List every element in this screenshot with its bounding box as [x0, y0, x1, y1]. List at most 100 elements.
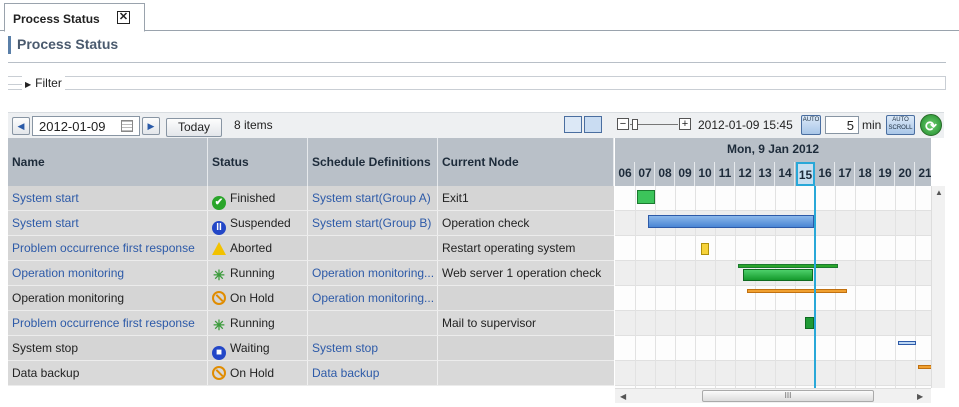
item-count: 8 items	[234, 118, 273, 132]
column-header-node[interactable]: Current Node	[438, 138, 614, 186]
date-value: 2012-01-09	[39, 119, 106, 134]
zoom-thumb[interactable]	[632, 119, 638, 130]
filter-divider	[8, 84, 22, 85]
table-row[interactable]: Data backup On Hold Data backup	[8, 361, 614, 386]
gantt-chart: Mon, 9 Jan 2012 06 07 08 09 10 11 12 13 …	[615, 138, 931, 388]
gantt-bar-running-planned[interactable]	[738, 264, 838, 268]
prev-date-button[interactable]: ◀	[12, 117, 30, 135]
close-icon[interactable]: ✕	[117, 11, 130, 24]
scroll-right-icon[interactable]: ▶	[917, 392, 923, 401]
hour-label: 06	[616, 162, 635, 186]
table-row[interactable]: Problem occurrence first response Aborte…	[8, 236, 614, 261]
current-node: Web server 1 operation check	[442, 266, 602, 280]
status-cell: ✔ Finished	[208, 186, 308, 210]
zoom-slider[interactable]: − +	[617, 118, 691, 132]
table-row[interactable]: Operation monitoring On Hold Operation m…	[8, 286, 614, 311]
table-row[interactable]: Operation monitoring ✳ Running Operation …	[8, 261, 614, 286]
schedule-link[interactable]	[308, 311, 438, 335]
gantt-gridline	[855, 186, 856, 388]
tab-bar: Process Status ✕	[0, 0, 959, 32]
tab-process-status[interactable]: Process Status ✕	[4, 3, 145, 32]
process-name-link[interactable]: Operation monitoring	[8, 261, 208, 285]
schedule-link[interactable]: System start(Group A)	[308, 186, 438, 210]
process-name-link[interactable]: System start	[8, 186, 208, 210]
zoom-out-icon[interactable]: −	[617, 118, 629, 130]
scroll-left-icon[interactable]: ◀	[620, 392, 626, 401]
process-name: Operation monitoring	[8, 286, 208, 310]
gantt-gridline	[895, 186, 896, 388]
schedule-link[interactable]: System start(Group B)	[308, 211, 438, 235]
auto-refresh-icon[interactable]: AUTO	[801, 115, 821, 135]
process-table: Name Status Schedule Definitions Current…	[8, 138, 614, 388]
schedule-link[interactable]: Operation monitoring...	[308, 261, 438, 285]
zoom-in-icon[interactable]: +	[679, 118, 691, 130]
running-icon: ✳	[213, 317, 225, 333]
status-cell: Aborted	[208, 236, 308, 260]
gantt-gridline	[835, 186, 836, 388]
schedule-link[interactable]	[308, 236, 438, 260]
auto-scroll-icon[interactable]: AUTO SCROLL	[886, 115, 915, 135]
hour-label: 16	[816, 162, 835, 186]
gantt-bar-on-hold[interactable]	[918, 365, 931, 369]
hour-label: 12	[736, 162, 755, 186]
tab-label: Process Status	[13, 12, 100, 26]
refresh-interval-input[interactable]: 5	[825, 116, 859, 134]
column-header-name[interactable]: Name	[8, 138, 208, 186]
horizontal-scrollbar[interactable]: ◀ III ▶	[615, 388, 931, 403]
hour-label: 08	[656, 162, 675, 186]
hour-label: 11	[716, 162, 735, 186]
filter-label: Filter	[35, 76, 62, 90]
filter-toggle[interactable]: ▶ Filter	[22, 76, 65, 90]
last-updated-time: 2012-01-09 15:45	[698, 118, 793, 132]
table-row[interactable]: System stop ■ Waiting System stop	[8, 336, 614, 361]
gantt-view-icon[interactable]	[584, 116, 602, 133]
process-name: System stop	[8, 336, 208, 360]
schedule-link[interactable]: Data backup	[308, 361, 438, 385]
process-name-link[interactable]: Problem occurrence first response	[8, 311, 208, 335]
table-header: Name Status Schedule Definitions Current…	[8, 138, 614, 186]
gantt-bar-finished[interactable]	[637, 190, 655, 204]
hour-label: 13	[756, 162, 775, 186]
hour-label: 19	[876, 162, 895, 186]
gantt-date-label: Mon, 9 Jan 2012	[726, 142, 820, 156]
calendar-icon[interactable]	[121, 120, 133, 132]
hour-label: 07	[636, 162, 655, 186]
table-row[interactable]: Problem occurrence first response ✳ Runni…	[8, 311, 614, 336]
gantt-row	[615, 336, 931, 361]
gantt-bar-running[interactable]	[805, 317, 814, 329]
scroll-up-icon[interactable]: ▲	[935, 188, 943, 197]
status-text: Aborted	[230, 241, 273, 255]
gantt-bar-waiting[interactable]	[898, 341, 916, 345]
waiting-icon: ■	[212, 346, 226, 360]
minutes-label: min	[862, 118, 882, 132]
table-row[interactable]: System start ✔ Finished System start(Grou…	[8, 186, 614, 211]
gantt-bar-suspended[interactable]	[648, 215, 814, 228]
scroll-thumb[interactable]: III	[702, 390, 874, 402]
gantt-bar-on-hold[interactable]	[747, 289, 847, 293]
next-date-button[interactable]: ▶	[142, 117, 160, 135]
current-node: Mail to supervisor	[442, 316, 537, 330]
hour-label: 20	[896, 162, 915, 186]
column-header-status[interactable]: Status	[208, 138, 308, 186]
status-text: Running	[230, 266, 275, 280]
refresh-icon[interactable]: ⟳	[920, 114, 942, 136]
status-text: On Hold	[230, 366, 275, 380]
toolbar: ◀ 2012-01-09 ▶ Today 8 items − + 2012-01…	[8, 112, 944, 138]
date-field[interactable]: 2012-01-09	[32, 116, 140, 136]
vertical-scrollbar[interactable]: ▲	[931, 186, 945, 388]
on-hold-icon	[212, 291, 226, 305]
schedule-link[interactable]: Operation monitoring...	[308, 286, 438, 310]
hour-label: 18	[856, 162, 875, 186]
schedule-link[interactable]: System stop	[308, 336, 438, 360]
gantt-bar-running[interactable]	[743, 269, 813, 281]
process-name-link[interactable]: Problem occurrence first response	[8, 236, 208, 260]
gantt-bar-aborted[interactable]	[701, 243, 709, 255]
process-name-link[interactable]: System start	[8, 211, 208, 235]
status-text: Waiting	[230, 341, 270, 355]
table-row[interactable]: System start II Suspended System start(Gr…	[8, 211, 614, 236]
today-button[interactable]: Today	[166, 118, 222, 137]
gantt-row	[615, 361, 931, 386]
column-header-schedule[interactable]: Schedule Definitions	[308, 138, 438, 186]
list-view-icon[interactable]	[564, 116, 582, 133]
hour-label: 14	[776, 162, 795, 186]
